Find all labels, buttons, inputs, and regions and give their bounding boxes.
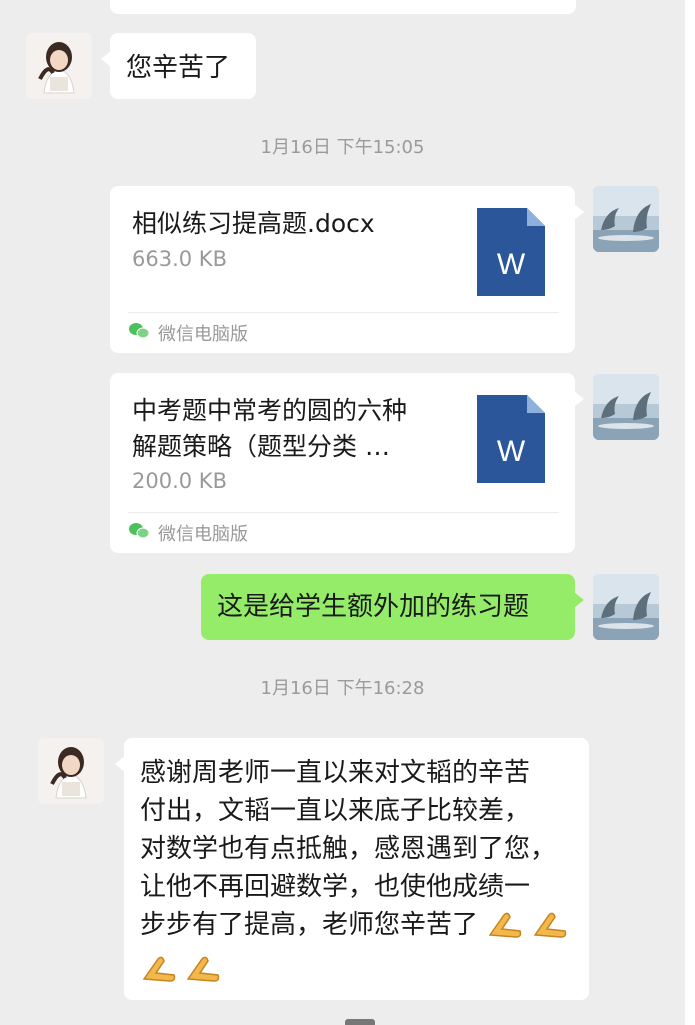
wechat-icon: [128, 322, 150, 345]
message-line: 步步有了提高，老师您辛苦了: [140, 910, 479, 940]
pray-hands-emoji-icon: [488, 909, 522, 950]
file-message-card[interactable]: 中考题中常考的圆的六种 解题策略（题型分类 … 200.0 KB W 微信电脑版: [110, 373, 584, 553]
girl-avatar-image: [38, 738, 104, 804]
dolphin-avatar-image: [593, 374, 659, 440]
pray-hands-emoji-icon: [186, 953, 220, 994]
chat-timestamp: 1月16日 下午15:05: [260, 137, 425, 158]
file-size: 200.0 KB: [132, 469, 227, 493]
scroll-indicator[interactable]: [345, 1019, 375, 1025]
file-message-card[interactable]: 相似练习提高题.docx 663.0 KB W 微信电脑版: [110, 186, 584, 353]
sent-message-bubble[interactable]: 这是给学生额外加的练习题: [201, 574, 584, 640]
dolphin-avatar-image: [593, 186, 659, 252]
pray-hands-emoji-icon: [533, 909, 567, 950]
received-message-bubble[interactable]: 感谢周老师一直以来对文韬的辛苦 付出，文韬一直以来底子比较差， 对数学也有点抵触…: [115, 738, 589, 1000]
file-name-line1: 中考题中常考的圆的六种: [132, 396, 408, 425]
message-line: 对数学也有点抵触，感恩遇到了您，: [140, 834, 557, 864]
contact-avatar[interactable]: [38, 738, 104, 804]
file-source-label: 微信电脑版: [158, 324, 248, 345]
received-message-bubble[interactable]: 您辛苦了: [101, 33, 256, 99]
emoji-line: [140, 950, 589, 994]
file-source-footer: 微信电脑版: [128, 312, 559, 353]
file-name-line2: 解题策略（题型分类 …: [132, 432, 390, 461]
message-text: 这是给学生额外加的练习题: [217, 592, 530, 622]
word-doc-icon: W: [477, 208, 545, 300]
my-avatar[interactable]: [593, 186, 659, 252]
file-source-label: 微信电脑版: [158, 524, 248, 545]
previous-message-bubble[interactable]: [110, 0, 576, 14]
file-name: 相似练习提高题.docx: [132, 209, 375, 238]
chat-timestamp: 1月16日 下午16:28: [260, 678, 425, 699]
girl-avatar-image: [26, 33, 92, 99]
word-doc-icon: W: [477, 395, 545, 487]
chat-screen: 您辛苦了 1月16日 下午15:05 相似练习提高题.docx 663.0 KB…: [0, 0, 685, 1025]
dolphin-avatar-image: [593, 574, 659, 640]
my-avatar[interactable]: [593, 374, 659, 440]
svg-text:W: W: [497, 248, 526, 281]
message-text: 您辛苦了: [126, 53, 231, 83]
svg-text:W: W: [497, 435, 526, 468]
message-line: 让他不再回避数学，也使他成绩一: [140, 872, 531, 902]
file-source-footer: 微信电脑版: [128, 512, 559, 553]
message-line: 付出，文韬一直以来底子比较差，: [140, 796, 531, 826]
message-line-with-emoji: 步步有了提高，老师您辛苦了: [140, 906, 589, 950]
my-avatar[interactable]: [593, 574, 659, 640]
contact-avatar[interactable]: [26, 33, 92, 99]
file-size: 663.0 KB: [132, 247, 227, 271]
pray-hands-emoji-icon: [142, 953, 176, 994]
wechat-icon: [128, 522, 150, 545]
message-line: 感谢周老师一直以来对文韬的辛苦: [140, 758, 531, 788]
